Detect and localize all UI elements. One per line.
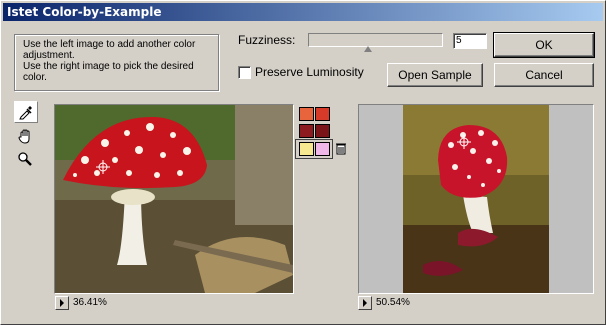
- source-zoom-level: 36.41%: [73, 297, 107, 308]
- magnifier-icon: [18, 152, 32, 166]
- source-zoom-menu-button[interactable]: [55, 296, 69, 310]
- color-swatch[interactable]: [299, 107, 314, 121]
- target-zoom-level: 50.54%: [376, 297, 410, 308]
- color-swatch[interactable]: [315, 142, 330, 156]
- color-swatch[interactable]: [299, 124, 314, 138]
- instructions-line2: adjustment.: [23, 50, 75, 61]
- target-image[interactable]: [403, 105, 549, 293]
- eyedropper-tool[interactable]: [14, 101, 38, 123]
- zoom-tool[interactable]: [14, 149, 36, 169]
- window-title: Istet Color-by-Example: [7, 5, 162, 19]
- trash-icon[interactable]: [335, 142, 347, 155]
- preserve-luminosity-checkbox[interactable]: [238, 66, 251, 79]
- hand-tool[interactable]: [14, 126, 36, 146]
- target-image-panel[interactable]: [358, 104, 594, 294]
- color-swatch[interactable]: [315, 124, 330, 138]
- cancel-button[interactable]: Cancel: [494, 63, 594, 87]
- target-zoom-menu-button[interactable]: [358, 296, 372, 310]
- source-image[interactable]: [55, 105, 293, 293]
- hand-icon: [18, 129, 30, 144]
- fuzziness-input[interactable]: 5: [453, 33, 487, 49]
- instructions-line3: Use the right image to pick the desired …: [23, 61, 194, 83]
- dialog-window: Istet Color-by-Example Use the left imag…: [0, 0, 606, 325]
- title-bar[interactable]: Istet Color-by-Example: [3, 3, 603, 21]
- open-sample-button[interactable]: Open Sample: [387, 63, 483, 87]
- ok-button[interactable]: OK: [493, 32, 595, 58]
- preserve-luminosity-label[interactable]: Preserve Luminosity: [255, 65, 364, 79]
- fuzziness-slider[interactable]: [308, 33, 443, 47]
- instructions-line1: Use the left image to add another color: [23, 39, 196, 50]
- color-swatch[interactable]: [299, 142, 314, 156]
- source-image-panel[interactable]: [54, 104, 294, 294]
- eyedropper-icon: [19, 106, 32, 120]
- color-swatch[interactable]: [315, 107, 330, 121]
- fuzziness-label: Fuzziness:: [238, 33, 296, 47]
- fuzziness-slider-thumb[interactable]: [364, 46, 372, 52]
- instructions-box: Use the left image to add another color …: [14, 34, 219, 91]
